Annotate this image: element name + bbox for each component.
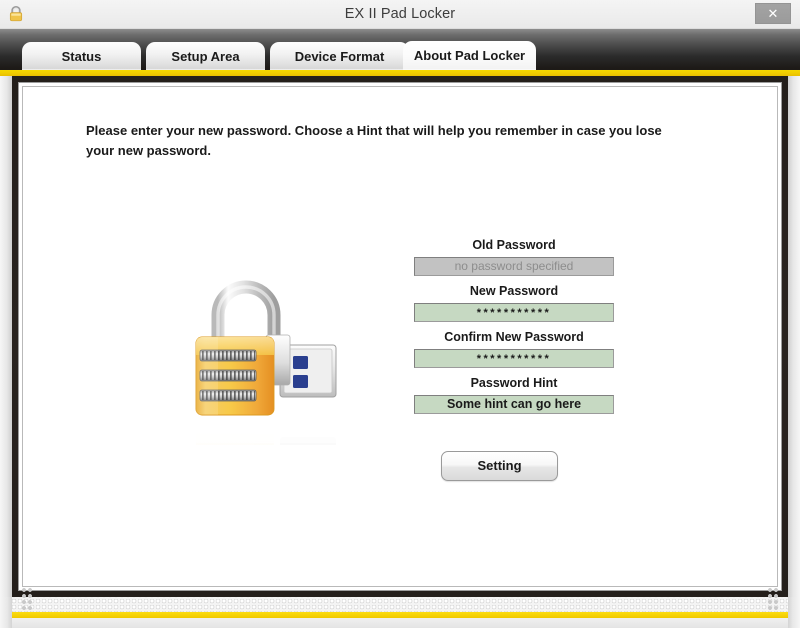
password-hint-input[interactable]: Some hint can go here	[414, 395, 614, 414]
bottom-right-cap	[788, 597, 800, 628]
password-hint-label: Password Hint	[470, 376, 558, 390]
right-rail	[788, 76, 800, 597]
tab-about-pad-locker[interactable]: About Pad Locker	[403, 41, 536, 70]
tab-device-format[interactable]: Device Format	[270, 42, 409, 70]
tab-label: Setup Area	[171, 49, 240, 64]
confirm-new-password-label: Confirm New Password	[444, 330, 584, 344]
old-password-input[interactable]: no password specified	[414, 257, 614, 276]
title-bar: EX II Pad Locker ✕	[0, 0, 800, 29]
bottom-left-dots	[22, 588, 32, 614]
new-password-input[interactable]: ***********	[414, 303, 614, 322]
confirm-new-password-input[interactable]: ***********	[414, 349, 614, 368]
usb-padlock-illustration	[178, 275, 368, 497]
tab-setup-area[interactable]: Setup Area	[146, 42, 265, 70]
close-icon: ✕	[767, 6, 779, 21]
tab-label: About Pad Locker	[413, 48, 526, 63]
tab-status[interactable]: Status	[22, 42, 141, 70]
window-base	[0, 618, 800, 628]
tab-bar: Status Setup Area Device Format About Pa…	[0, 29, 800, 98]
setting-button-label: Setting	[477, 458, 522, 473]
tab-label: Status	[61, 49, 102, 64]
bottom-right-dots	[768, 588, 778, 614]
old-password-label: Old Password	[472, 238, 556, 252]
instruction-text: Please enter your new password. Choose a…	[86, 123, 662, 158]
bottom-left-cap	[0, 597, 12, 628]
tab-label: Device Format	[294, 49, 385, 64]
close-button[interactable]: ✕	[755, 3, 791, 24]
new-password-label: New Password	[469, 284, 559, 298]
application-window: EX II Pad Locker ✕ Status Setup Area Dev…	[0, 0, 800, 628]
main-content-panel: Please enter your new password. Choose a…	[22, 86, 778, 587]
left-rail	[0, 76, 12, 597]
window-title: EX II Pad Locker	[344, 6, 456, 22]
password-form: Old Password no password specified New P…	[414, 235, 614, 419]
setting-button[interactable]: Setting	[441, 451, 558, 481]
